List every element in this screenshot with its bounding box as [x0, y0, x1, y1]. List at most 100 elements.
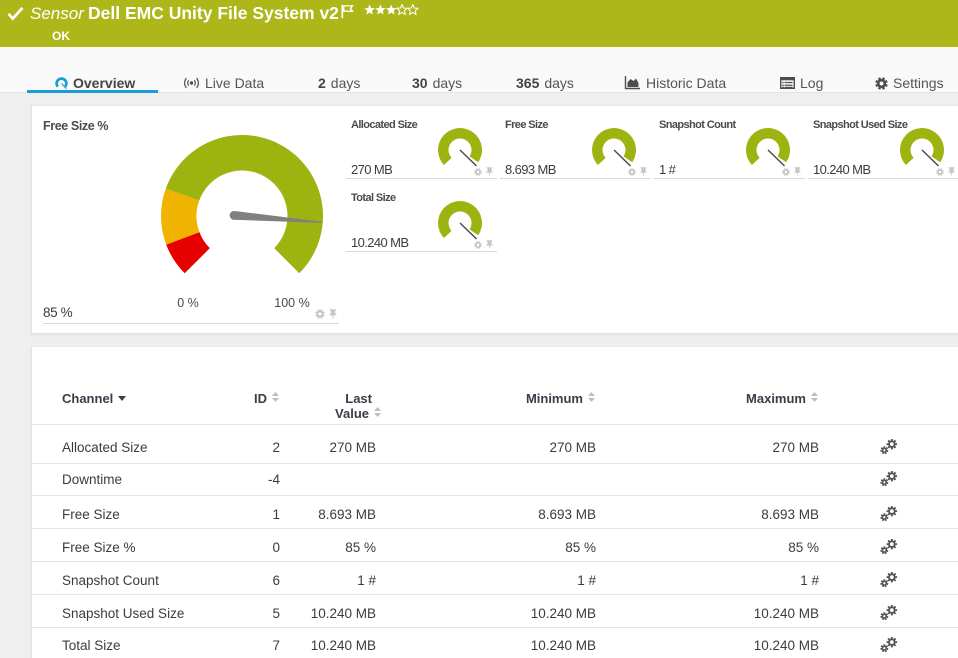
row-separator — [32, 528, 958, 529]
tab-settings[interactable]: Settings — [875, 70, 944, 96]
big-gauge-value: 85 % — [43, 305, 72, 320]
pin-icon[interactable] — [948, 167, 955, 176]
mini-gauge-value: 10.240 MB — [813, 162, 870, 177]
mini-gauge-title: Allocated Size — [351, 119, 417, 131]
big-gauge — [158, 131, 338, 291]
sensor-title: Dell EMC Unity File System v2 — [88, 3, 339, 24]
channel-maximum: 8.693 MB — [761, 507, 819, 522]
priority-stars[interactable] — [364, 4, 422, 22]
channel-id: -4 — [268, 472, 280, 487]
mini-gauge-cell-icons — [936, 167, 955, 176]
col-header-last-value[interactable]: LastValue — [335, 391, 382, 421]
flag-icon[interactable] — [341, 4, 355, 19]
col-header-id[interactable]: ID — [254, 391, 280, 406]
channel-maximum: 10.240 MB — [754, 606, 819, 621]
channel-last-value: 10.240 MB — [311, 638, 376, 653]
status-check-icon — [7, 6, 24, 21]
cell-underline — [500, 178, 651, 179]
channel-name[interactable]: Free Size — [62, 507, 120, 522]
tab-365-days[interactable]: 365 days — [516, 70, 574, 96]
channel-name[interactable]: Total Size — [62, 638, 121, 653]
tab-bar: Overview Live Data 2 days 30 days 365 da… — [0, 47, 958, 93]
big-gauge-title: Free Size % — [43, 119, 108, 133]
mini-gauge-title: Snapshot Count — [659, 119, 736, 131]
star-outline-icon[interactable] — [397, 5, 407, 15]
col-header-minimum[interactable]: Minimum — [526, 391, 596, 406]
channel-name[interactable]: Free Size % — [62, 540, 136, 555]
channel-settings-gears-icon[interactable] — [880, 471, 899, 486]
pin-icon[interactable] — [486, 167, 493, 176]
channel-minimum: 10.240 MB — [531, 606, 596, 621]
tab-live-data[interactable]: Live Data — [183, 70, 264, 96]
sort-icon[interactable] — [271, 391, 280, 403]
channel-name[interactable]: Allocated Size — [62, 440, 148, 455]
col-header-channel[interactable]: Channel — [62, 391, 127, 406]
gauges-panel: Free Size % 0 % 100 % 85 % Allocated Siz… — [31, 105, 958, 334]
mini-gauge-cell-icons — [782, 167, 801, 176]
col-header-maximum[interactable]: Maximum — [746, 391, 819, 406]
tab-historic-data[interactable]: Historic Data — [624, 70, 726, 96]
row-separator — [32, 495, 958, 496]
col-header-label: Value — [335, 406, 369, 421]
active-tab-underline — [27, 90, 158, 94]
big-gauge-cell-icons — [315, 309, 337, 319]
star-filled-icon[interactable] — [364, 5, 374, 15]
mini-gauge-value: 1 # — [659, 162, 675, 177]
channel-settings-gears-icon[interactable] — [880, 605, 899, 620]
channel-minimum: 10.240 MB — [531, 638, 596, 653]
tab-log[interactable]: Log — [780, 70, 823, 96]
sort-icon[interactable] — [587, 391, 596, 403]
pin-icon[interactable] — [329, 309, 337, 319]
settings-gear-icon — [875, 77, 888, 90]
channel-name[interactable]: Downtime — [62, 472, 122, 487]
channels-panel: Channel ID LastValue Minimum Maximum Allocate… — [31, 346, 958, 658]
sort-icon[interactable] — [810, 391, 819, 403]
mini-gauge-title: Total Size — [351, 192, 396, 204]
gear-icon[interactable] — [474, 168, 482, 176]
channel-maximum: 270 MB — [772, 440, 819, 455]
row-separator — [32, 561, 958, 562]
mini-gauge-value: 8.693 MB — [505, 162, 556, 177]
star-outline-icon[interactable] — [408, 5, 418, 15]
channel-id: 0 — [272, 540, 280, 555]
gear-icon[interactable] — [936, 168, 944, 176]
channel-name[interactable]: Snapshot Count — [62, 573, 159, 588]
mini-gauge-title: Free Size — [505, 119, 548, 131]
cell-underline — [346, 251, 497, 252]
channel-settings-gears-icon[interactable] — [880, 439, 899, 454]
star-filled-icon[interactable] — [375, 5, 385, 15]
channel-settings-gears-icon[interactable] — [880, 572, 899, 587]
gear-icon[interactable] — [782, 168, 790, 176]
channel-id: 2 — [272, 440, 280, 455]
gear-icon[interactable] — [628, 168, 636, 176]
pin-icon[interactable] — [486, 240, 493, 249]
channel-last-value: 8.693 MB — [318, 507, 376, 522]
col-header-label: Channel — [62, 391, 113, 406]
sorted-desc-icon — [117, 393, 127, 403]
channel-last-value: 10.240 MB — [311, 606, 376, 621]
mini-gauge-cell-icons — [628, 167, 647, 176]
channel-id: 1 — [272, 507, 280, 522]
channel-maximum: 85 % — [788, 540, 819, 555]
mini-gauge-cell-icons — [474, 240, 493, 249]
channel-minimum: 1 # — [577, 573, 596, 588]
channel-maximum: 1 # — [800, 573, 819, 588]
channel-last-value: 85 % — [345, 540, 376, 555]
tab-2-days[interactable]: 2 days — [318, 70, 360, 96]
mini-gauge-value: 270 MB — [351, 162, 392, 177]
channel-settings-gears-icon[interactable] — [880, 506, 899, 521]
channel-settings-gears-icon[interactable] — [880, 539, 899, 554]
big-gauge-max-label: 100 % — [270, 296, 314, 310]
tab-30-days[interactable]: 30 days — [412, 70, 462, 96]
gear-icon[interactable] — [474, 241, 482, 249]
pin-icon[interactable] — [794, 167, 801, 176]
cell-underline — [654, 178, 805, 179]
star-filled-icon[interactable] — [386, 5, 396, 15]
gear-icon[interactable] — [315, 309, 325, 319]
channel-settings-gears-icon[interactable] — [880, 637, 899, 652]
sort-icon[interactable] — [373, 406, 382, 418]
channel-minimum: 8.693 MB — [538, 507, 596, 522]
col-header-label: ID — [254, 391, 267, 406]
pin-icon[interactable] — [640, 167, 647, 176]
channel-name[interactable]: Snapshot Used Size — [62, 606, 184, 621]
